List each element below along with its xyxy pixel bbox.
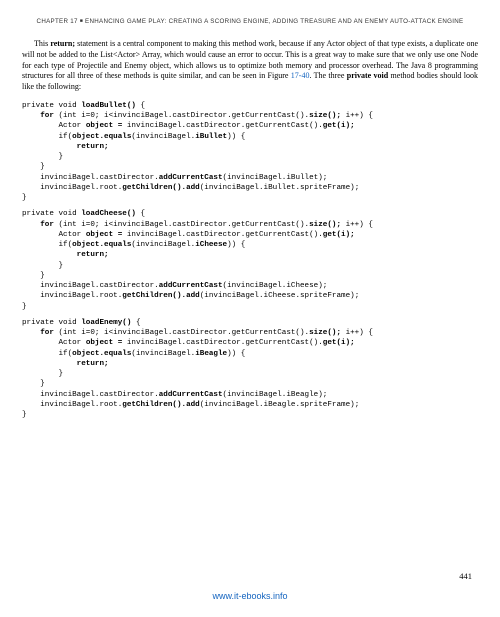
code-loadcheese: private void loadCheese() { for (int i=0… bbox=[22, 209, 478, 312]
code: invinciBagel.root. bbox=[22, 401, 122, 409]
code: private void bbox=[22, 319, 81, 327]
code: if( bbox=[22, 133, 72, 141]
method-getchildren-add: getChildren().add bbox=[122, 401, 199, 409]
code: (invinciBagel.iBeagle); bbox=[223, 391, 328, 399]
keyword-return: return; bbox=[22, 360, 109, 368]
keyword-for: for bbox=[22, 221, 54, 229]
field-ibullet: iBullet bbox=[195, 133, 227, 141]
figure-link[interactable]: 17-40 bbox=[291, 71, 310, 80]
field-icheese: iCheese bbox=[195, 241, 227, 249]
code: (invinciBagel. bbox=[131, 133, 195, 141]
method-addcurrentcast: addCurrentCast bbox=[159, 174, 223, 182]
code: invinciBagel.castDirector. bbox=[22, 391, 159, 399]
code: (int i=0; i<invinciBagel.castDirector.ge… bbox=[54, 112, 309, 120]
code: private void bbox=[22, 210, 81, 218]
text: This bbox=[34, 39, 50, 48]
method-get: get(i); bbox=[323, 122, 355, 130]
code: } bbox=[22, 163, 45, 171]
code: if( bbox=[22, 241, 72, 249]
code: invinciBagel.root. bbox=[22, 292, 122, 300]
code: )) { bbox=[227, 350, 245, 358]
keyword-return: return; bbox=[50, 39, 75, 48]
code: (invinciBagel. bbox=[131, 241, 195, 249]
code: )) { bbox=[227, 133, 245, 141]
method-size: size(); bbox=[309, 221, 341, 229]
code: (invinciBagel.iCheese); bbox=[223, 282, 328, 290]
code: private void bbox=[22, 102, 81, 110]
method-name: loadCheese() bbox=[81, 210, 136, 218]
chapter-number: CHAPTER 17 bbox=[37, 18, 78, 25]
method-equals: object.equals bbox=[72, 241, 131, 249]
text: . The three bbox=[309, 71, 346, 80]
method-getchildren-add: getChildren().add bbox=[122, 184, 199, 192]
var-object: object = bbox=[86, 231, 122, 239]
var-object: object = bbox=[86, 122, 122, 130]
method-addcurrentcast: addCurrentCast bbox=[159, 282, 223, 290]
code-loadbullet: private void loadBullet() { for (int i=0… bbox=[22, 101, 478, 204]
code: } bbox=[22, 380, 45, 388]
code: (int i=0; i<invinciBagel.castDirector.ge… bbox=[54, 221, 309, 229]
keyword-for: for bbox=[22, 329, 54, 337]
code: invinciBagel.castDirector.getCurrentCast… bbox=[122, 231, 323, 239]
code-loadenemy: private void loadEnemy() { for (int i=0;… bbox=[22, 318, 478, 421]
code: (invinciBagel.iBeagle.spriteFrame); bbox=[200, 401, 360, 409]
code: } bbox=[22, 411, 27, 419]
method-name: loadBullet() bbox=[81, 102, 136, 110]
code: } bbox=[22, 153, 63, 161]
code: (invinciBagel.iBullet); bbox=[223, 174, 328, 182]
method-get: get(i); bbox=[323, 231, 355, 239]
chapter-title: ENHANCING GAME PLAY: CREATING A SCORING … bbox=[85, 18, 463, 25]
method-name: loadEnemy() bbox=[81, 319, 131, 327]
code: } bbox=[22, 370, 63, 378]
code: Actor bbox=[22, 122, 86, 130]
code: Actor bbox=[22, 339, 86, 347]
keyword-for: for bbox=[22, 112, 54, 120]
page-content: CHAPTER 17■ENHANCING GAME PLAY: CREATING… bbox=[0, 0, 500, 420]
field-ibeagle: iBeagle bbox=[195, 350, 227, 358]
code: invinciBagel.castDirector. bbox=[22, 282, 159, 290]
keyword-private-void: private void bbox=[347, 71, 388, 80]
code: (int i=0; i<invinciBagel.castDirector.ge… bbox=[54, 329, 309, 337]
page-number: 441 bbox=[459, 571, 472, 581]
code: i++) { bbox=[341, 221, 373, 229]
code: } bbox=[22, 194, 27, 202]
code: )) { bbox=[227, 241, 245, 249]
paragraph-1: This return; statement is a central comp… bbox=[22, 39, 478, 93]
code: (invinciBagel.iCheese.spriteFrame); bbox=[200, 292, 360, 300]
method-get: get(i); bbox=[323, 339, 355, 347]
code: (invinciBagel.iBullet.spriteFrame); bbox=[200, 184, 360, 192]
chapter-header: CHAPTER 17■ENHANCING GAME PLAY: CREATING… bbox=[22, 18, 478, 25]
code: invinciBagel.castDirector. bbox=[22, 174, 159, 182]
code: } bbox=[22, 272, 45, 280]
footer-link[interactable]: www.it-ebooks.info bbox=[0, 591, 500, 601]
code: { bbox=[136, 210, 145, 218]
method-equals: object.equals bbox=[72, 133, 131, 141]
code: Actor bbox=[22, 231, 86, 239]
code: (invinciBagel. bbox=[131, 350, 195, 358]
method-addcurrentcast: addCurrentCast bbox=[159, 391, 223, 399]
code: } bbox=[22, 303, 27, 311]
header-separator-icon: ■ bbox=[78, 18, 85, 24]
method-size: size(); bbox=[309, 112, 341, 120]
method-getchildren-add: getChildren().add bbox=[122, 292, 199, 300]
code: invinciBagel.root. bbox=[22, 184, 122, 192]
code: invinciBagel.castDirector.getCurrentCast… bbox=[122, 339, 323, 347]
code: } bbox=[22, 262, 63, 270]
var-object: object = bbox=[86, 339, 122, 347]
code: i++) { bbox=[341, 329, 373, 337]
code: { bbox=[136, 102, 145, 110]
code: i++) { bbox=[341, 112, 373, 120]
code: invinciBagel.castDirector.getCurrentCast… bbox=[122, 122, 323, 130]
method-size: size(); bbox=[309, 329, 341, 337]
code: { bbox=[131, 319, 140, 327]
code: if( bbox=[22, 350, 72, 358]
keyword-return: return; bbox=[22, 143, 109, 151]
method-equals: object.equals bbox=[72, 350, 131, 358]
keyword-return: return; bbox=[22, 251, 109, 259]
